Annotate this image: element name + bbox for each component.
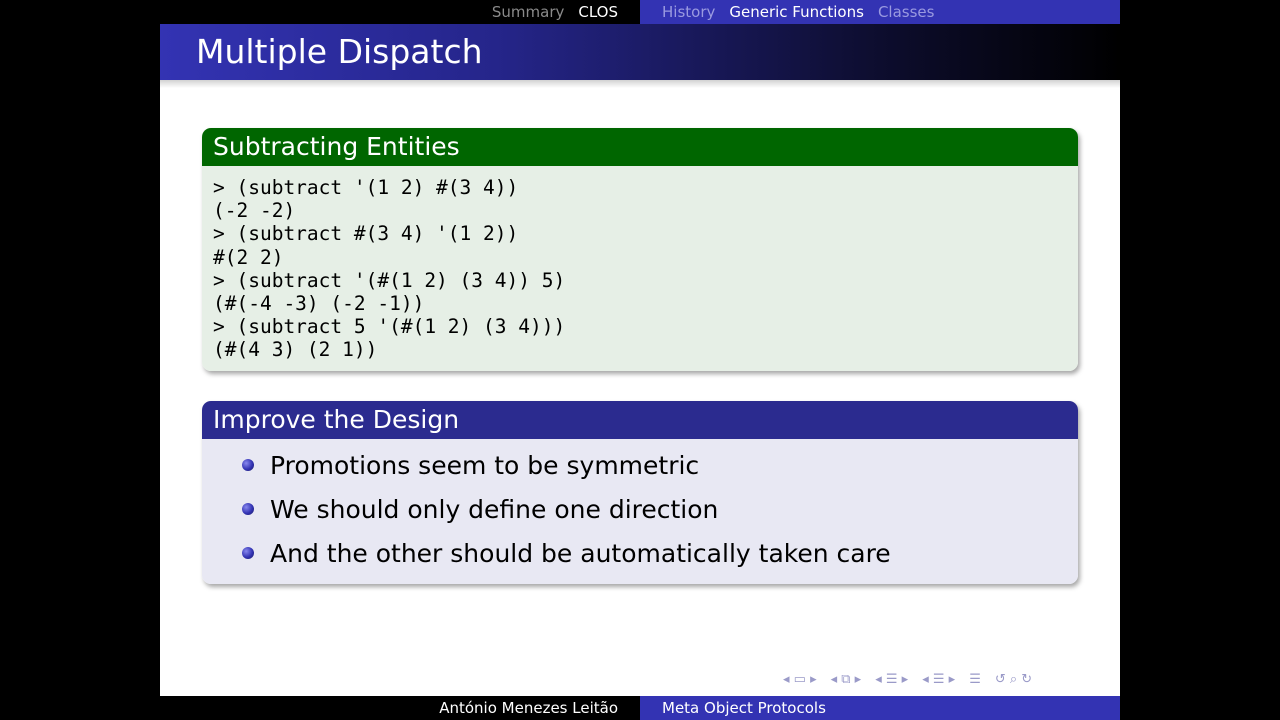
design-block: Improve the Design Promotions seem to be… [202, 401, 1078, 584]
example-block: Subtracting Entities > (subtract '(1 2) … [202, 128, 1078, 371]
bullet-icon [242, 503, 254, 515]
footer-title-panel: Meta Object Protocols [640, 696, 1120, 720]
example-block-heading: Subtracting Entities [202, 128, 1078, 166]
list-item: Promotions seem to be symmetric [242, 443, 1078, 487]
beamer-navigation-symbols: ◂ ▭ ▸ ◂ ⧉ ▸ ◂ ☰ ▸ ◂ ☰ ▸ ☰ ↺ ⌕ ↻ [783, 672, 1032, 687]
nav-clos[interactable]: CLOS [578, 3, 618, 21]
title-bar: Multiple Dispatch [160, 24, 1120, 80]
frame-nav-icon[interactable]: ◂ ▭ ▸ [783, 672, 817, 687]
list-item-text: We should only define one direction [270, 494, 719, 524]
code-line: > (subtract '(#(1 2) (3 4)) 5) [213, 268, 566, 292]
title-shadow [160, 80, 1120, 88]
list-item-text: Promotions seem to be symmetric [270, 450, 700, 480]
nav-generic-functions[interactable]: Generic Functions [729, 3, 864, 21]
footer-author: António Menezes Leitão [439, 699, 618, 717]
bullet-list: Promotions seem to be symmetric We shoul… [202, 439, 1078, 584]
subsection-nav-icon[interactable]: ◂ ⧉ ▸ [831, 672, 862, 687]
subsection-list-icon[interactable]: ◂ ☰ ▸ [922, 672, 955, 687]
list-item-text: And the other should be automatically ta… [270, 538, 891, 568]
code-line: > (subtract 5 '(#(1 2) (3 4))) [213, 315, 566, 339]
code-line: (-2 -2) [213, 199, 296, 223]
section-nav-icon[interactable]: ◂ ☰ ▸ [875, 672, 908, 687]
list-item: We should only define one direction [242, 487, 1078, 531]
document-nav-icon[interactable]: ☰ [969, 672, 981, 687]
footer-author-panel: António Menezes Leitão [160, 696, 640, 720]
footer: António Menezes Leitão Meta Object Proto… [160, 696, 1120, 720]
slide-title: Multiple Dispatch [196, 32, 483, 71]
nav-classes[interactable]: Classes [878, 3, 935, 21]
nav-summary[interactable]: Summary [492, 3, 565, 21]
code-listing: > (subtract '(1 2) #(3 4)) (-2 -2) > (su… [202, 166, 1078, 371]
search-back-icon[interactable]: ↺ ⌕ ↻ [995, 672, 1032, 687]
bullet-icon [242, 459, 254, 471]
section-nav: Summary CLOS [160, 0, 640, 24]
code-line: > (subtract #(3 4) '(1 2)) [213, 222, 519, 246]
list-item: And the other should be automatically ta… [242, 531, 1078, 575]
nav-history[interactable]: History [662, 3, 715, 21]
design-block-heading: Improve the Design [202, 401, 1078, 439]
code-line: #(2 2) [213, 245, 284, 269]
code-line: > (subtract '(1 2) #(3 4)) [213, 176, 519, 199]
code-line: (#(-4 -3) (-2 -1)) [213, 291, 425, 315]
subsection-nav: History Generic Functions Classes [640, 0, 1120, 24]
bullet-icon [242, 547, 254, 559]
top-navigation: Summary CLOS History Generic Functions C… [160, 0, 1120, 24]
slide: Summary CLOS History Generic Functions C… [160, 0, 1120, 720]
footer-talk-title: Meta Object Protocols [662, 699, 826, 717]
code-line: (#(4 3) (2 1)) [213, 338, 378, 362]
